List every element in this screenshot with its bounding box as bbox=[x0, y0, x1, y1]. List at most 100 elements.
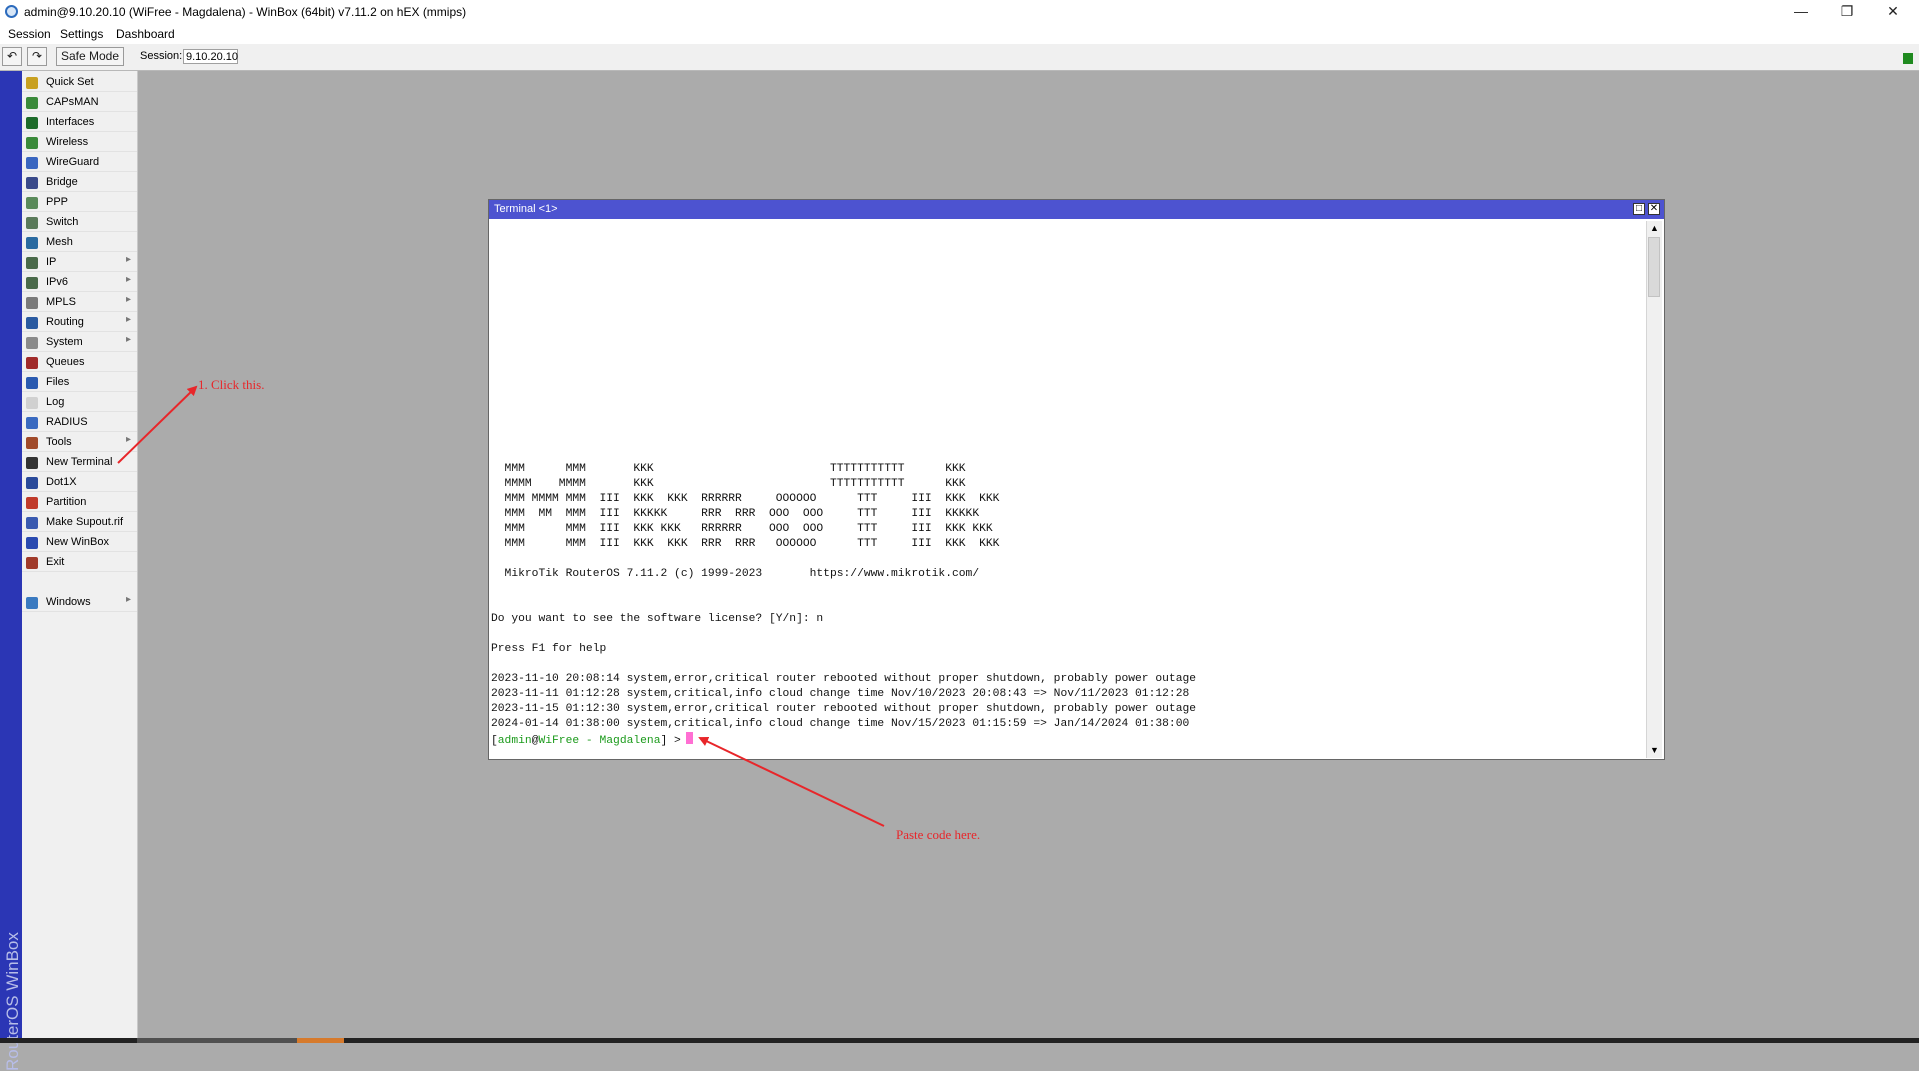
terminal-line: MMMM MMMM KKK TTTTTTTTTTT KKK bbox=[491, 478, 966, 490]
sidebar-item-ipv6[interactable]: IPv6 ▸ bbox=[22, 273, 137, 292]
sidebar-item-interfaces[interactable]: Interfaces bbox=[22, 113, 137, 132]
terminal-close-icon[interactable]: ✕ bbox=[1648, 203, 1660, 215]
terminal-cursor[interactable] bbox=[685, 732, 693, 744]
sidebar-item-windows[interactable]: Windows ▸ bbox=[22, 593, 137, 612]
prompt-close: ] > bbox=[660, 735, 681, 747]
ipv6-icon bbox=[26, 277, 38, 289]
redo-icon[interactable]: ↷ bbox=[27, 47, 47, 66]
prompt-user: admin bbox=[497, 735, 532, 747]
terminal-line: Press F1 for help bbox=[491, 643, 607, 655]
sidebar-item-capsman[interactable]: CAPsMAN bbox=[22, 93, 137, 112]
title-bar: admin@9.10.20.10 (WiFree - Magdalena) - … bbox=[0, 0, 1919, 24]
wireguard-icon bbox=[26, 157, 38, 169]
sidebar-item-partition[interactable]: Partition bbox=[22, 493, 137, 512]
switch-icon bbox=[26, 217, 38, 229]
undo-icon[interactable]: ↶ bbox=[2, 47, 22, 66]
mesh-icon bbox=[26, 237, 38, 249]
winbox-side-strip: RouterOS WinBox bbox=[0, 71, 22, 1071]
paste-annotation: Paste code here. bbox=[896, 827, 981, 842]
winbox-app-icon bbox=[5, 5, 18, 18]
close-button[interactable]: ✕ bbox=[1870, 0, 1916, 24]
sidebar-item-log[interactable]: Log bbox=[22, 393, 137, 412]
terminal-line: MMM MMM III KKK KKK RRRRRR OOO OOO TTT I… bbox=[491, 523, 993, 535]
sidebar-item-bridge[interactable]: Bridge bbox=[22, 173, 137, 192]
terminal-line: 2023-11-11 01:12:28 system,critical,info… bbox=[491, 688, 1190, 700]
brand-label: RouterOS WinBox bbox=[3, 932, 22, 1071]
sidebar-item-routing[interactable]: Routing ▸ bbox=[22, 313, 137, 332]
log-icon bbox=[26, 397, 38, 409]
terminal-line: MMM MM MMM III KKKKK RRR RRR OOO OOO TTT… bbox=[491, 508, 980, 520]
sidebar-item-radius[interactable]: RADIUS bbox=[22, 413, 137, 432]
sidebar-item-tools[interactable]: Tools ▸ bbox=[22, 433, 137, 452]
exit-icon bbox=[26, 557, 38, 569]
scroll-thumb[interactable] bbox=[1648, 237, 1660, 297]
sidebar-item-label: Make Supout.rif bbox=[46, 516, 124, 528]
terminal-restore-icon[interactable]: □ bbox=[1633, 203, 1645, 215]
left-navigation-menu: Quick Set CAPsMAN Interfaces Wireless WireGu… bbox=[22, 71, 138, 1043]
sidebar-item-wireguard[interactable]: WireGuard bbox=[22, 153, 137, 172]
sidebar-item-label: Interfaces bbox=[46, 116, 95, 128]
scroll-down-icon[interactable]: ▼ bbox=[1647, 743, 1662, 758]
menu-session[interactable]: Session bbox=[8, 27, 51, 41]
sidebar-item-ip[interactable]: IP ▸ bbox=[22, 253, 137, 272]
sidebar-item-label: Routing bbox=[46, 316, 84, 328]
sidebar-item-new-terminal[interactable]: New Terminal bbox=[22, 453, 137, 472]
sidebar-item-files[interactable]: Files bbox=[22, 373, 137, 392]
sidebar-item-label: Quick Set bbox=[46, 76, 94, 88]
terminal-scrollbar[interactable]: ▲ ▼ bbox=[1646, 221, 1662, 758]
sidebar-item-quick-set[interactable]: Quick Set bbox=[22, 73, 137, 92]
sidebar-item-queues[interactable]: Queues bbox=[22, 353, 137, 372]
sidebar-item-mesh[interactable]: Mesh bbox=[22, 233, 137, 252]
terminal-output[interactable]: MMM MMM KKK TTTTTTTTTTT KKK MMMM MMMM KK… bbox=[491, 221, 1646, 758]
sidebar-item-system[interactable]: System ▸ bbox=[22, 333, 137, 352]
submenu-arrow-icon: ▸ bbox=[125, 594, 131, 605]
sidebar-item-switch[interactable]: Switch bbox=[22, 213, 137, 232]
submenu-arrow-icon: ▸ bbox=[125, 274, 131, 285]
terminal-window[interactable]: Terminal <1> □ ✕ MMM MMM KKK TTTTTTTTTTT… bbox=[488, 199, 1665, 760]
sidebar-item-mpls[interactable]: MPLS ▸ bbox=[22, 293, 137, 312]
terminal-title-bar[interactable]: Terminal <1> □ ✕ bbox=[489, 200, 1664, 219]
safe-mode-button[interactable]: Safe Mode bbox=[56, 47, 124, 66]
sidebar-item-label: Queues bbox=[46, 356, 85, 368]
quick-set-icon bbox=[26, 77, 38, 89]
dot1x-icon bbox=[26, 477, 38, 489]
sidebar-item-label: New WinBox bbox=[46, 536, 109, 548]
restore-button[interactable]: ❐ bbox=[1824, 0, 1870, 24]
sidebar-item-wireless[interactable]: Wireless bbox=[22, 133, 137, 152]
prompt-host: WiFree - Magdalena bbox=[538, 735, 661, 747]
sidebar-item-label: IPv6 bbox=[46, 276, 69, 288]
window-title: admin@9.10.20.10 (WiFree - Magdalena) - … bbox=[24, 5, 467, 19]
sidebar-item-dot1x[interactable]: Dot1X bbox=[22, 473, 137, 492]
sidebar-item-label: PPP bbox=[46, 196, 69, 208]
ip-icon bbox=[26, 257, 38, 269]
windows-icon bbox=[26, 597, 38, 609]
sidebar-item-ppp[interactable]: PPP bbox=[22, 193, 137, 212]
sidebar-item-label: MPLS bbox=[46, 296, 76, 308]
sidebar-item-label: Bridge bbox=[46, 176, 78, 188]
sidebar-item-label: System bbox=[46, 336, 83, 348]
session-field[interactable]: 9.10.20.10 bbox=[183, 49, 238, 64]
sidebar-item-label: Log bbox=[46, 396, 65, 408]
routing-icon bbox=[26, 317, 38, 329]
partition-icon bbox=[26, 497, 38, 509]
files-icon bbox=[26, 377, 38, 389]
terminal-icon bbox=[26, 457, 38, 469]
sidebar-item-make-supout-rif[interactable]: Make Supout.rif bbox=[22, 513, 137, 532]
menu-settings[interactable]: Settings bbox=[60, 27, 103, 41]
minimize-button[interactable]: — bbox=[1778, 0, 1824, 24]
scroll-up-icon[interactable]: ▲ bbox=[1647, 221, 1662, 236]
menu-dashboard[interactable]: Dashboard bbox=[116, 27, 175, 41]
submenu-arrow-icon: ▸ bbox=[125, 434, 131, 445]
sidebar-item-label: Partition bbox=[46, 496, 87, 508]
terminal-line: MMM MMMM MMM III KKK KKK RRRRRR OOOOOO T… bbox=[491, 493, 1000, 505]
terminal-prompt[interactable]: [admin@WiFree - Magdalena] > bbox=[491, 732, 693, 749]
sidebar-item-label: Wireless bbox=[46, 136, 89, 148]
sidebar-item-new-winbox[interactable]: New WinBox bbox=[22, 533, 137, 552]
terminal-line: 2023-11-15 01:12:30 system,error,critica… bbox=[491, 703, 1197, 715]
supout-icon bbox=[26, 517, 38, 529]
sidebar-item-label: Files bbox=[46, 376, 70, 388]
sidebar-item-label: Exit bbox=[46, 556, 65, 568]
sidebar-item-label: Windows bbox=[46, 596, 91, 608]
sidebar-item-exit[interactable]: Exit bbox=[22, 553, 137, 572]
radius-icon bbox=[26, 417, 38, 429]
